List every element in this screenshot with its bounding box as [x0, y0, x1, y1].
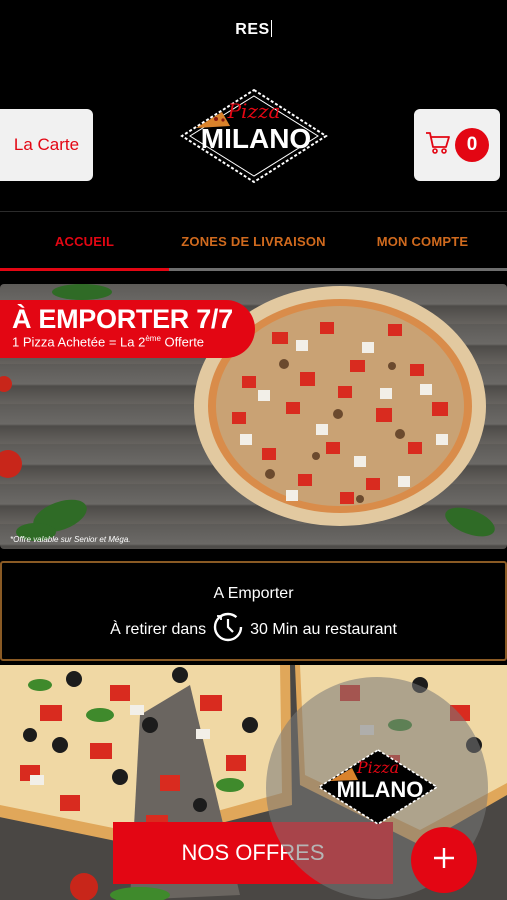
clock-icon [212, 611, 244, 648]
logo-word-text: MILANO [201, 123, 311, 154]
text-cursor [270, 20, 272, 37]
pickup-line-before: À retirer dans [110, 620, 207, 638]
promo-banner[interactable]: À EMPORTER 7/7 1 Pizza Achetée = La 2ème… [0, 284, 507, 549]
nav-underline [0, 268, 507, 271]
pickup-line-after: 30 Min au restaurant [250, 620, 397, 638]
pickup-info-box: A Emporter À retirer dans 30 Min au rest… [0, 561, 507, 661]
pickup-time-line: À retirer dans 30 Min au restaurant [2, 611, 505, 648]
cart-button[interactable]: 0 [414, 109, 500, 181]
offers-section: NOS OFFRES Pizza MILANO [0, 665, 507, 900]
pizza-milano-logo: Pizza MILANO [178, 86, 330, 184]
cart-count-badge: 0 [455, 128, 489, 162]
logo-small-script-text: Pizza [356, 758, 399, 777]
tab-zones-de-livraison[interactable]: ZONES DE LIVRAISON [169, 212, 338, 271]
promo-subtitle: 1 Pizza Achetée = La 2ème Offerte [12, 334, 205, 350]
add-floating-button[interactable] [411, 827, 477, 893]
active-tab-indicator [0, 268, 169, 271]
shopping-cart-icon [425, 131, 451, 160]
promo-title: À EMPORTER 7/7 [12, 304, 233, 334]
main-nav: ACCUEIL ZONES DE LIVRAISON MON COMPTE [0, 211, 507, 271]
pizza-milano-logo-small: Pizza MILANO [316, 747, 440, 827]
tab-accueil[interactable]: ACCUEIL [0, 212, 169, 271]
logo-script-text: Pizza [227, 99, 281, 123]
la-carte-button[interactable]: La Carte [0, 109, 93, 181]
logo-small-word-text: MILANO [337, 777, 424, 802]
search-text[interactable]: RES [0, 20, 507, 39]
promo-note: *Offre valable sur Senior et Méga. [10, 535, 131, 544]
tab-mon-compte[interactable]: MON COMPTE [338, 212, 507, 271]
search-text-value: RES [235, 21, 270, 38]
plus-icon [433, 847, 455, 874]
pickup-title: A Emporter [213, 585, 294, 602]
